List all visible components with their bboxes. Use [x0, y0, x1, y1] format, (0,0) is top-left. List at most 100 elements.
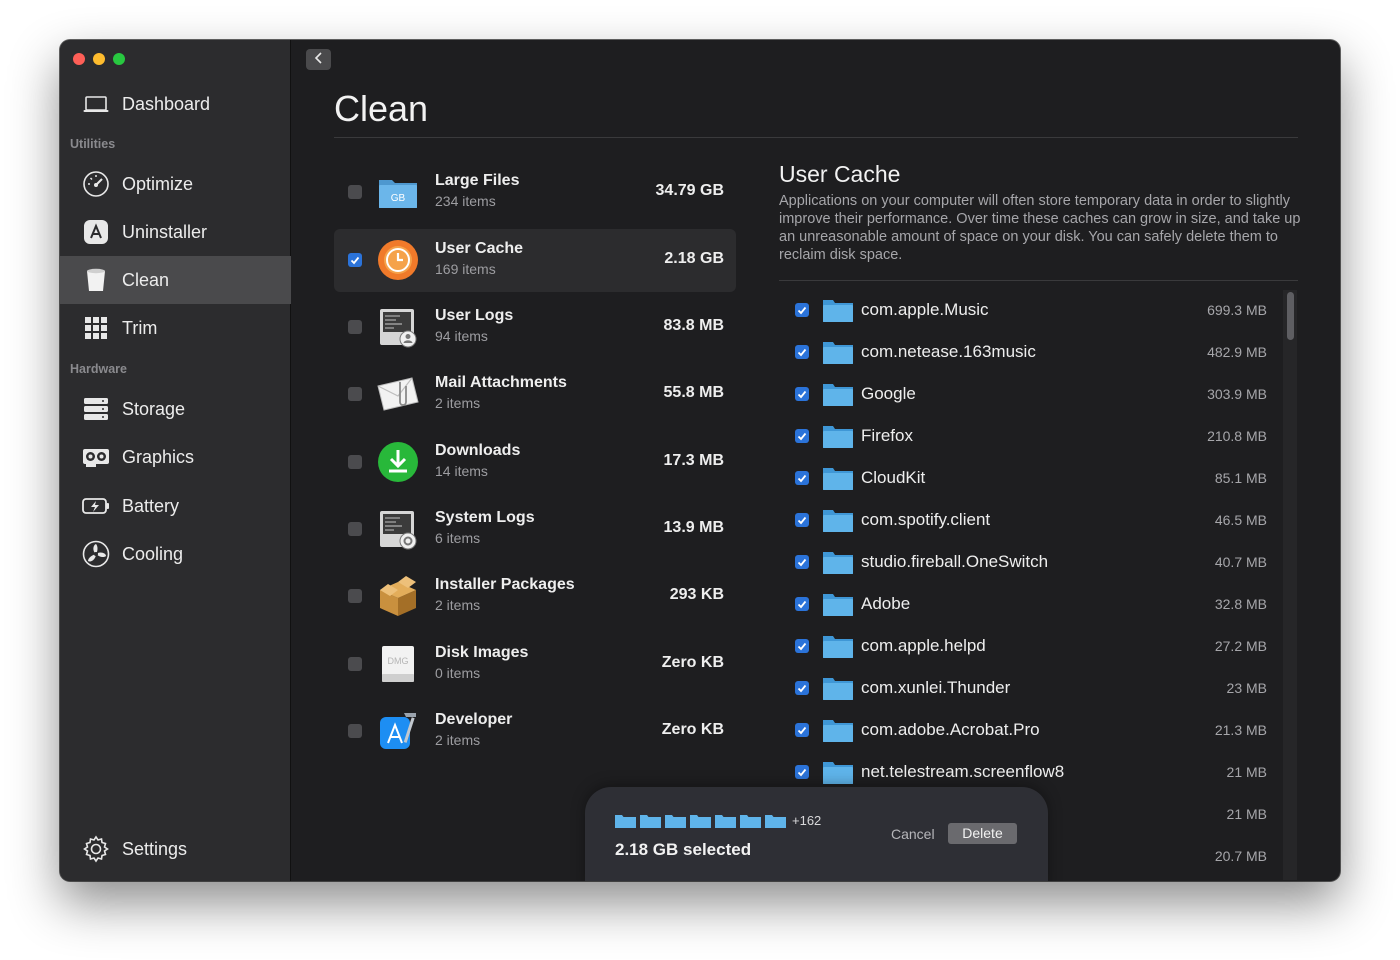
folder-icon — [715, 815, 736, 828]
file-checkbox[interactable] — [795, 555, 809, 569]
category-size: Zero KB — [661, 654, 724, 671]
detail-description: Applications on your computer will often… — [779, 193, 1301, 263]
category-row-disk-images[interactable]: DMG Disk Images 0 items Zero KB — [334, 633, 736, 696]
back-button[interactable] — [306, 49, 331, 70]
file-size: 40.7 MB — [1214, 554, 1267, 570]
scrollbar-thumb[interactable] — [1287, 292, 1294, 340]
category-row-system-logs[interactable]: System Logs 6 items 13.9 MB — [334, 498, 736, 561]
file-name: com.spotify.client — [861, 510, 991, 529]
scrollbar[interactable] — [1283, 290, 1297, 880]
user-log-icon — [376, 305, 420, 349]
delete-button[interactable]: Delete — [948, 823, 1017, 844]
file-size: 21 MB — [1226, 764, 1267, 780]
category-count: 2 items — [435, 597, 481, 613]
file-name: Firefox — [861, 426, 913, 445]
file-checkbox[interactable] — [795, 681, 809, 695]
sidebar-item-uninstaller[interactable]: Uninstaller — [60, 208, 291, 256]
sidebar-item-graphics[interactable]: Graphics — [60, 433, 291, 481]
sidebar-item-clean[interactable]: Clean — [60, 256, 291, 304]
sidebar-item-label: Dashboard — [122, 93, 211, 114]
file-row[interactable]: com.xunlei.Thunder 23 MB — [779, 667, 1267, 709]
section-label-utilities: Utilities — [70, 137, 116, 151]
file-checkbox[interactable] — [795, 303, 809, 317]
file-row[interactable]: studio.fireball.OneSwitch 40.7 MB — [779, 541, 1267, 583]
file-checkbox[interactable] — [795, 471, 809, 485]
file-row[interactable]: com.adobe.Acrobat.Pro 21.3 MB — [779, 709, 1267, 751]
category-checkbox[interactable] — [348, 455, 362, 469]
sidebar-item-label: Graphics — [122, 446, 195, 467]
sidebar-item-trim[interactable]: Trim — [60, 304, 291, 352]
file-checkbox[interactable] — [795, 387, 809, 401]
sidebar-item-optimize[interactable]: Optimize — [60, 160, 291, 208]
file-name: com.apple.helpd — [861, 636, 986, 655]
file-checkbox[interactable] — [795, 723, 809, 737]
file-row[interactable]: Firefox 210.8 MB — [779, 415, 1267, 457]
battery-icon — [82, 492, 110, 520]
dmg-icon: DMG — [376, 642, 420, 686]
category-checkbox[interactable] — [348, 185, 362, 199]
category-row-installer-packages[interactable]: Installer Packages 2 items 293 KB — [334, 565, 736, 628]
storage-icon — [82, 395, 110, 423]
fan-icon — [82, 540, 110, 568]
category-row-user-cache[interactable]: User Cache 169 items 2.18 GB — [334, 229, 736, 292]
folder-icon — [823, 340, 853, 364]
file-name: CloudKit — [861, 468, 926, 487]
category-checkbox[interactable] — [348, 387, 362, 401]
file-checkbox[interactable] — [795, 639, 809, 653]
category-row-mail-attachments[interactable]: Mail Attachments 2 items 55.8 MB — [334, 363, 736, 426]
system-log-icon — [376, 507, 420, 551]
category-row-large-files[interactable]: GB Large Files 234 items 34.79 GB — [334, 161, 736, 224]
sidebar-item-cooling[interactable]: Cooling — [60, 530, 291, 578]
category-checkbox[interactable] — [348, 657, 362, 671]
category-checkbox[interactable] — [348, 522, 362, 536]
folder-icon — [823, 634, 853, 658]
file-row[interactable]: com.spotify.client 46.5 MB — [779, 499, 1267, 541]
file-row[interactable]: CloudKit 85.1 MB — [779, 457, 1267, 499]
file-checkbox[interactable] — [795, 513, 809, 527]
mail-attachment-icon — [376, 372, 420, 416]
selected-size-text: 2.18 GB selected — [615, 840, 752, 859]
checkmark-icon — [797, 726, 807, 735]
file-row[interactable]: Adobe 32.8 MB — [779, 583, 1267, 625]
file-checkbox[interactable] — [795, 345, 809, 359]
window-controls — [73, 53, 125, 65]
category-row-user-logs[interactable]: User Logs 94 items 83.8 MB — [334, 296, 736, 359]
category-checkbox[interactable] — [348, 589, 362, 603]
category-row-downloads[interactable]: Downloads 14 items 17.3 MB — [334, 431, 736, 494]
file-size: 21 MB — [1226, 806, 1267, 822]
zoom-window-button[interactable] — [113, 53, 125, 65]
graphics-card-icon — [82, 443, 110, 471]
category-checkbox[interactable] — [348, 320, 362, 334]
file-checkbox[interactable] — [795, 429, 809, 443]
cancel-button[interactable]: Cancel — [891, 826, 935, 842]
gauge-icon — [82, 170, 110, 198]
file-row[interactable]: Google 303.9 MB — [779, 373, 1267, 415]
close-window-button[interactable] — [73, 53, 85, 65]
package-icon — [376, 574, 420, 618]
file-name: com.adobe.Acrobat.Pro — [861, 720, 1040, 739]
file-row[interactable]: com.apple.Music 699.3 MB — [779, 289, 1267, 331]
category-name: Large Files — [435, 172, 520, 189]
category-count: 94 items — [435, 328, 488, 344]
checkmark-icon — [797, 390, 807, 399]
file-name: com.netease.163music — [861, 342, 1036, 361]
category-row-developer[interactable]: Developer 2 items Zero KB — [334, 700, 736, 763]
category-size: 17.3 MB — [663, 452, 724, 469]
file-row[interactable]: com.apple.helpd 27.2 MB — [779, 625, 1267, 667]
folder-icon — [823, 508, 853, 532]
sidebar-item-battery[interactable]: Battery — [60, 482, 291, 530]
folder-icon — [823, 466, 853, 490]
sidebar-item-settings[interactable]: Settings — [60, 825, 291, 873]
sidebar-item-storage[interactable]: Storage — [60, 385, 291, 433]
file-size: 699.3 MB — [1207, 302, 1267, 318]
category-checkbox[interactable] — [348, 253, 362, 267]
minimize-window-button[interactable] — [93, 53, 105, 65]
sidebar-item-dashboard[interactable]: Dashboard — [60, 80, 291, 128]
selected-folders-preview: +162 — [615, 813, 821, 828]
category-name: System Logs — [435, 509, 535, 526]
category-checkbox[interactable] — [348, 724, 362, 738]
file-row[interactable]: com.netease.163music 482.9 MB — [779, 331, 1267, 373]
category-count: 2 items — [435, 732, 481, 748]
file-checkbox[interactable] — [795, 597, 809, 611]
file-checkbox[interactable] — [795, 765, 809, 779]
